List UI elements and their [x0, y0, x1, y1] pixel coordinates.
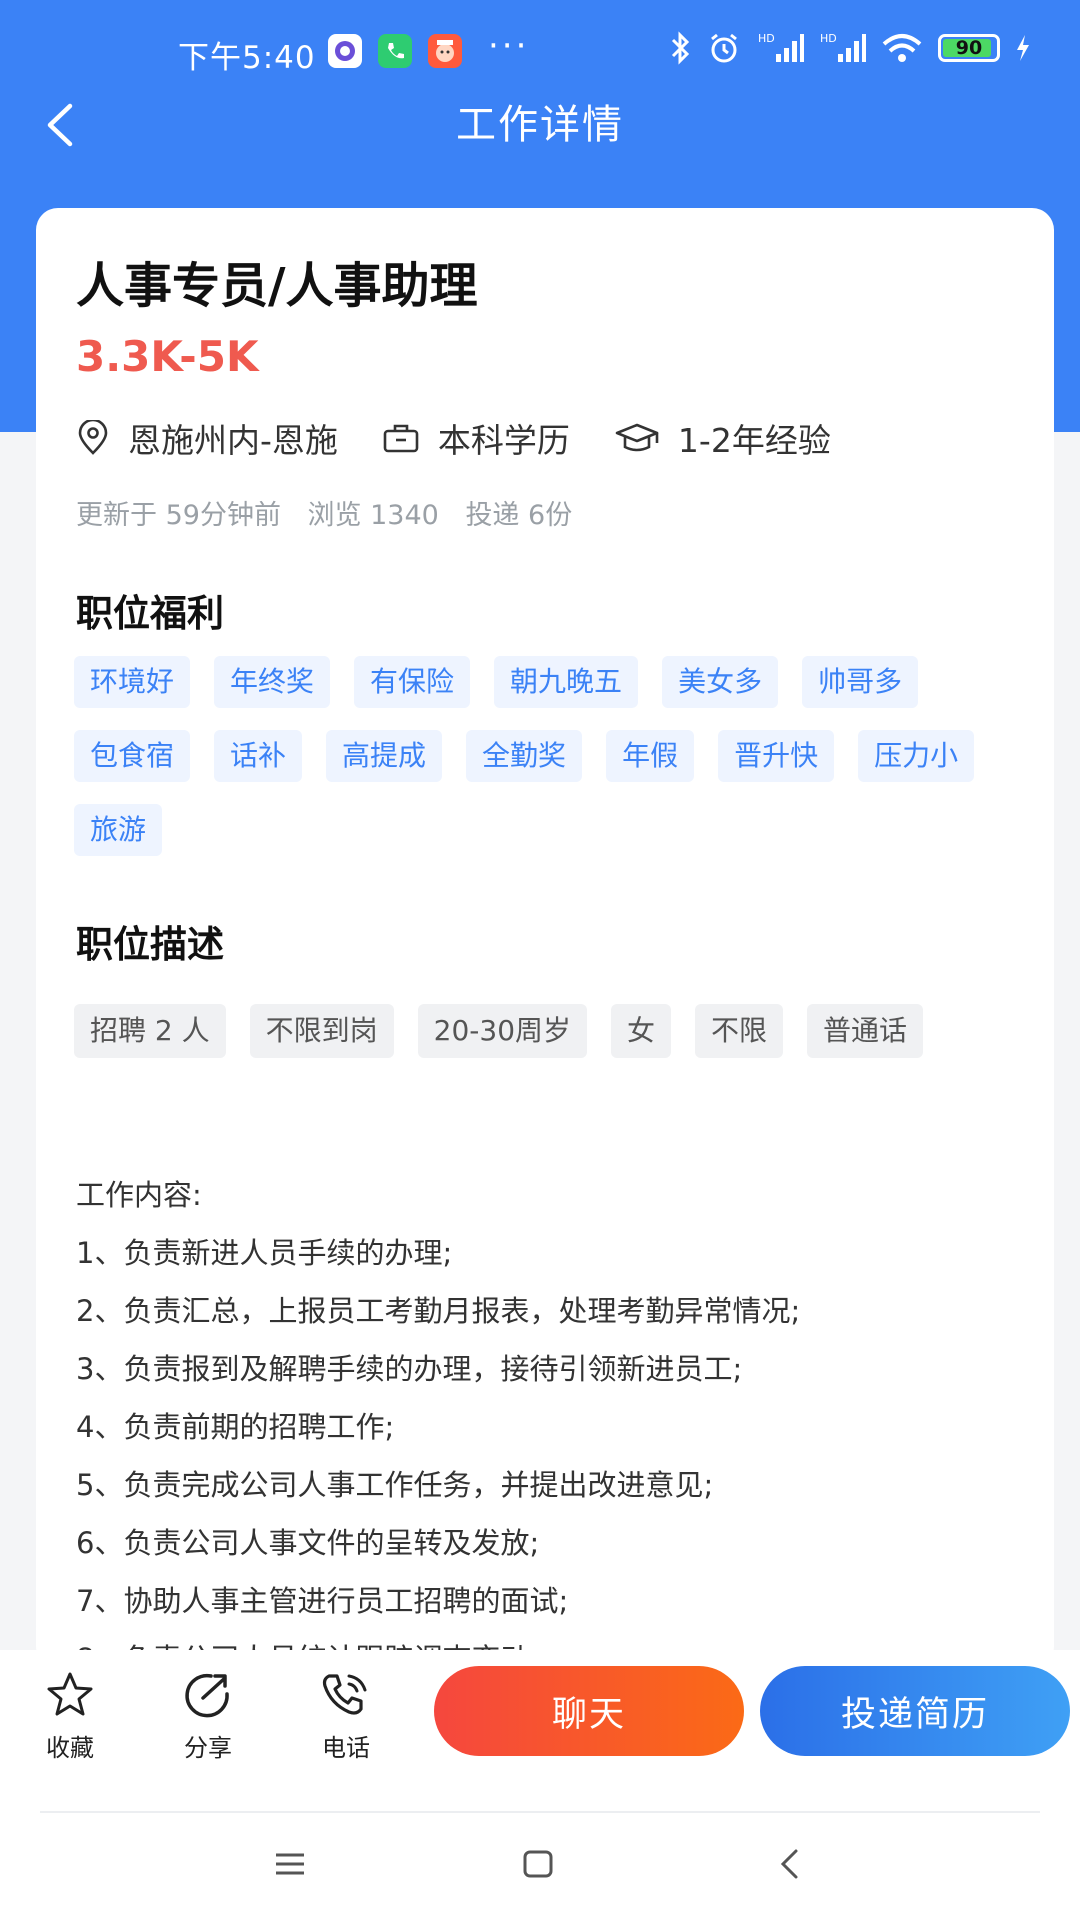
benefit-tag: 包食宿	[74, 730, 191, 782]
requirement-tags: 招聘 2 人不限到岗 20-30周岁女不限 普通话	[74, 1004, 1034, 1084]
view-count: 浏览 1340	[307, 500, 439, 531]
status-time: 下午5:40	[178, 40, 316, 76]
status-bar: 下午5:40 ··· HD HD 90	[0, 0, 1080, 100]
benefit-tags: 环境好 年终奖 有保险 朝九晚五 美女多 帅哥多包食宿 话补 高提成 全勤奖 年假 晋升快 压力小旅游	[74, 656, 1034, 878]
share-button[interactable]: 分享	[158, 1670, 258, 1763]
description-line: 工作内容:	[76, 1178, 202, 1212]
benefit-tag: 压力小	[858, 730, 975, 782]
location-pin-icon	[78, 420, 108, 455]
requirement-tag: 女	[611, 1004, 672, 1058]
phone-label: 电话	[322, 1734, 370, 1762]
benefit-tag: 年终奖	[214, 656, 331, 708]
benefit-tag: 环境好	[74, 656, 191, 708]
description-line: 6、负责公司人事文件的呈转及发放;	[76, 1526, 540, 1560]
education-item: 本科学历	[382, 414, 570, 462]
description-line: 2、负责汇总，上报员工考勤月报表，处理考勤异常情况;	[76, 1294, 801, 1328]
app-notification-icon	[428, 34, 462, 68]
share-label: 分享	[184, 1734, 232, 1762]
job-stats: 更新于 59分钟前 浏览 1340 投递 6份	[76, 493, 590, 532]
bluetooth-icon	[671, 31, 690, 65]
alarm-icon	[711, 33, 737, 63]
description-line: 7、协助人事主管进行员工招聘的面试;	[76, 1584, 569, 1618]
benefit-tag: 美女多	[662, 656, 779, 708]
favorite-button[interactable]: 收藏	[20, 1670, 120, 1763]
job-experience: 1-2年经验	[677, 421, 831, 460]
experience-item: 1-2年经验	[614, 414, 831, 462]
bottom-action-bar: 收藏 分享 电话 聊天 投递简历	[0, 1650, 1080, 1920]
divider	[40, 1811, 1040, 1813]
benefit-tag: 朝九晚五	[494, 656, 639, 708]
svg-text:HD: HD	[820, 32, 837, 45]
requirement-tag: 20-30周岁	[417, 1004, 588, 1058]
job-detail-card: 人事专员/人事助理 3.3K-5K 恩施州内-恩施 本科学历 1-2年经验 更新…	[36, 208, 1054, 1668]
briefcase-icon	[383, 424, 419, 453]
signal-hd-icon-2: HD	[820, 32, 866, 62]
job-title: 人事专员/人事助理	[76, 258, 478, 314]
more-notifications-indicator: ···	[488, 26, 530, 66]
home-icon[interactable]	[520, 1846, 556, 1882]
svg-text:HD: HD	[758, 32, 775, 45]
updated-time: 更新于 59分钟前	[76, 500, 281, 531]
phone-notification-icon	[378, 34, 412, 68]
signal-hd-icon: HD	[758, 32, 804, 62]
requirement-tag: 不限	[695, 1004, 784, 1058]
phone-button[interactable]: 电话	[296, 1670, 396, 1763]
benefit-tag: 旅游	[74, 804, 163, 856]
description-line: 5、负责完成公司人事工作任务，并提出改进意见;	[76, 1468, 714, 1502]
apply-resume-button[interactable]: 投递简历	[760, 1666, 1070, 1756]
chat-button[interactable]: 聊天	[434, 1666, 744, 1756]
job-meta-row: 恩施州内-恩施 本科学历 1-2年经验	[76, 414, 875, 462]
battery-indicator: 90	[938, 34, 1000, 62]
star-icon	[47, 1672, 93, 1716]
favorite-label: 收藏	[46, 1734, 94, 1762]
menu-icon[interactable]	[272, 1846, 308, 1882]
applied-count: 投递 6份	[465, 500, 573, 531]
back-icon[interactable]	[772, 1846, 808, 1882]
benefit-tag: 年假	[606, 730, 695, 782]
requirement-tag: 普通话	[807, 1004, 924, 1058]
share-icon	[185, 1673, 229, 1718]
graduation-cap-icon	[615, 423, 659, 452]
description-line: 1、负责新进人员手续的办理;	[76, 1236, 453, 1270]
benefits-title: 职位福利	[76, 592, 224, 635]
wifi-icon	[882, 34, 922, 62]
charging-icon	[1017, 35, 1029, 61]
description-title: 职位描述	[76, 923, 224, 966]
requirement-tag: 不限到岗	[249, 1004, 394, 1058]
benefit-tag: 有保险	[354, 656, 471, 708]
page-title: 工作详情	[456, 102, 624, 148]
location-item: 恩施州内-恩施	[76, 414, 338, 462]
system-navigation-bar	[0, 1846, 1080, 1896]
description-line: 4、负责前期的招聘工作;	[76, 1410, 395, 1444]
description-line: 3、负责报到及解聘手续的办理，接待引领新进员工;	[76, 1352, 743, 1386]
phone-icon	[322, 1674, 367, 1715]
benefit-tag: 帅哥多	[802, 656, 919, 708]
job-salary: 3.3K-5K	[76, 332, 259, 381]
benefit-tag: 全勤奖	[466, 730, 583, 782]
notification-app-icon	[328, 34, 362, 68]
job-location: 恩施州内-恩施	[128, 421, 338, 460]
job-education: 本科学历	[437, 421, 570, 460]
benefit-tag: 话补	[214, 730, 303, 782]
benefit-tag: 晋升快	[718, 730, 835, 782]
requirement-tag: 招聘 2 人	[74, 1004, 226, 1058]
job-description: 工作内容: 1、负责新进人员手续的办理; 2、负责汇总，上报员工考勤月报表，处理考勤…	[76, 1166, 800, 1668]
benefit-tag: 高提成	[326, 730, 443, 782]
